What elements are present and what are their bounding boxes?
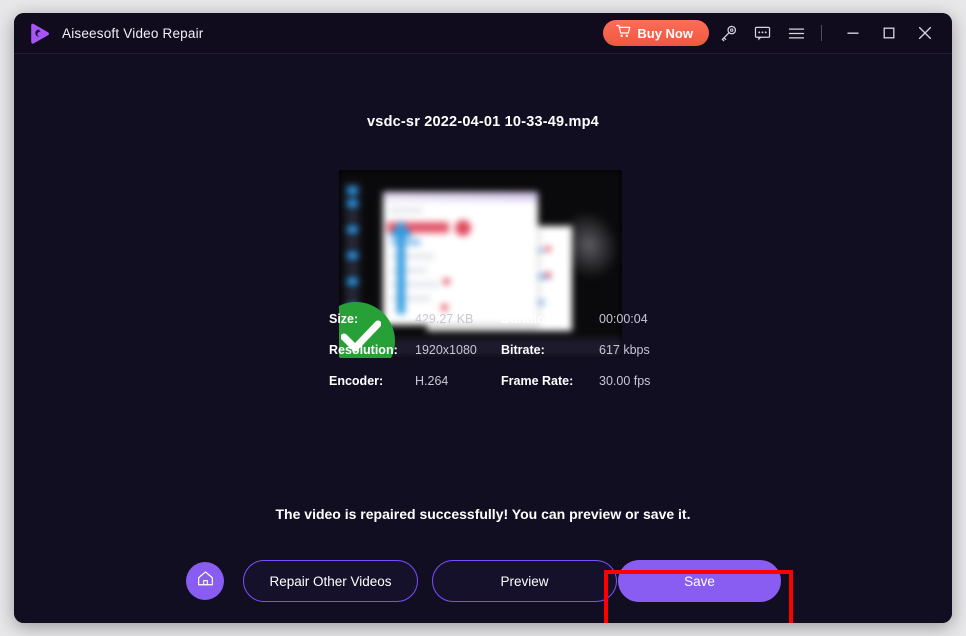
metadata-value-bitrate: 617 kbps <box>599 343 650 357</box>
save-button[interactable]: Save <box>618 560 781 602</box>
status-message: The video is repaired successfully! You … <box>275 506 691 522</box>
title-bar: Aiseesoft Video Repair Buy Now <box>14 13 952 54</box>
metadata-value-resolution: 1920x1080 <box>415 343 477 357</box>
minimize-button[interactable] <box>838 18 868 48</box>
metadata-value-frame-rate: 30.00 fps <box>599 374 651 388</box>
metadata-key-frame-rate: Frame Rate: <box>501 374 574 388</box>
save-label: Save <box>684 573 715 589</box>
home-button[interactable] <box>186 562 224 600</box>
metadata-value-size: 429.27 KB <box>415 312 474 326</box>
metadata-value-encoder: H.264 <box>415 374 449 388</box>
key-icon[interactable] <box>713 18 743 48</box>
home-icon <box>196 569 215 593</box>
metadata-key-resolution: Resolution: <box>329 343 398 357</box>
brand: Aiseesoft Video Repair <box>27 21 203 46</box>
preview-label: Preview <box>500 573 549 589</box>
file-name-label: vsdc-sr 2022-04-01 10-33-49.mp4 <box>367 114 599 130</box>
maximize-button[interactable] <box>874 18 904 48</box>
preview-button[interactable]: Preview <box>432 560 617 602</box>
toolbar-divider <box>821 25 822 41</box>
metadata-value-duration: 00:00:04 <box>599 312 648 326</box>
hamburger-menu-icon[interactable] <box>781 18 811 48</box>
buy-now-button[interactable]: Buy Now <box>603 20 709 46</box>
app-window: Aiseesoft Video Repair Buy Now vsdc-sr 2… <box>14 13 952 623</box>
repair-other-videos-label: Repair Other Videos <box>269 573 392 589</box>
main-content: vsdc-sr 2022-04-01 10-33-49.mp4 Size: 42… <box>14 54 952 623</box>
speech-bubble-icon[interactable] <box>747 18 777 48</box>
app-title: Aiseesoft Video Repair <box>62 25 204 41</box>
close-button[interactable] <box>910 18 940 48</box>
metadata-key-duration: Duration: <box>501 312 557 326</box>
action-bar: Repair Other Videos Preview Save <box>14 556 952 608</box>
metadata-key-bitrate: Bitrate: <box>501 343 545 357</box>
buy-now-label: Buy Now <box>637 25 693 41</box>
metadata-key-encoder: Encoder: <box>329 374 384 388</box>
metadata-key-size: Size: <box>329 312 359 326</box>
title-bar-controls: Buy Now <box>603 18 940 48</box>
repair-other-videos-button[interactable]: Repair Other Videos <box>243 560 418 602</box>
metadata-table: Size: 429.27 KB Duration: 00:00:04 Resol… <box>329 312 650 388</box>
play-triangle-logo-icon <box>27 21 52 46</box>
shopping-cart-icon <box>616 24 631 42</box>
